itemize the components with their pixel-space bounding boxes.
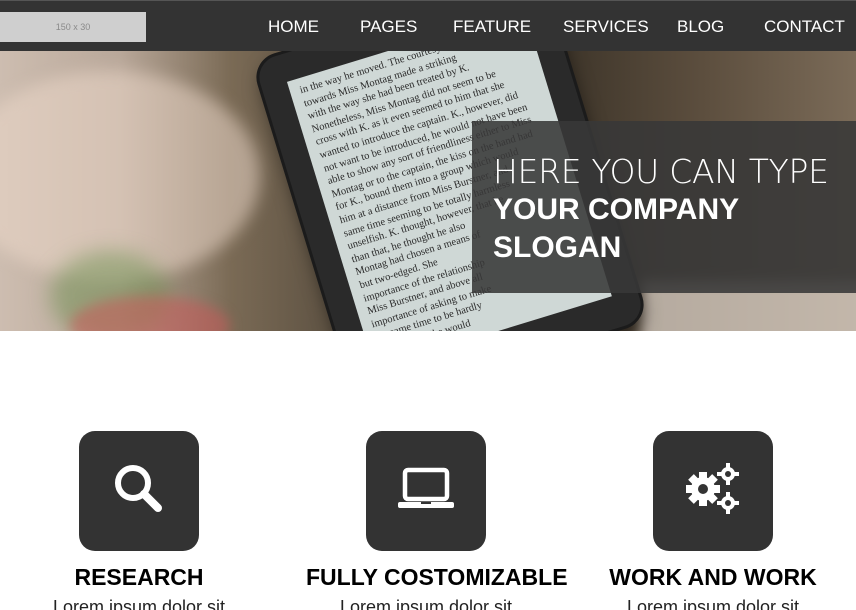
nav-link-blog[interactable]: BLOG — [677, 17, 724, 37]
nav-link-home[interactable]: HOME — [268, 17, 319, 37]
feature-title: RESEARCH — [74, 564, 204, 590]
search-icon — [111, 461, 167, 522]
laptop-icon — [396, 467, 456, 516]
feature-icon-box[interactable] — [653, 431, 773, 551]
nav-link-contact[interactable]: CONTACT — [764, 17, 845, 37]
hero-banner: in the way he moved. The courtesy toward… — [0, 51, 856, 331]
logo-placeholder[interactable]: 150 x 30 — [0, 12, 146, 42]
feature-title: WORK AND WORK — [609, 564, 817, 590]
nav-link-feature[interactable]: FEATURE — [453, 17, 531, 37]
slogan-line-3: SLOGAN — [493, 231, 622, 264]
feature-icon-box[interactable] — [366, 431, 486, 551]
hero-background-hand — [0, 71, 260, 281]
gears-icon — [683, 461, 743, 522]
slogan-line-2: YOUR COMPANY — [493, 193, 740, 226]
slogan-overlay: HERE YOU CAN TYPE YOUR COMPANY SLOGAN — [472, 121, 856, 293]
nav-link-pages[interactable]: PAGES — [360, 17, 417, 37]
feature-text: Lorem ipsum dolor sit — [626, 597, 800, 610]
navbar: 150 x 30 HOME PAGES FEATURE SERVICES BLO… — [0, 0, 856, 51]
feature-research: RESEARCH Lorem ipsum dolor sit — [19, 431, 259, 610]
feature-title: FULLY COSTOMIZABLE — [306, 564, 568, 590]
nav-link-services[interactable]: SERVICES — [563, 17, 649, 37]
feature-text: Lorem ipsum dolor sit — [52, 597, 226, 610]
feature-icon-box[interactable] — [79, 431, 199, 551]
feature-customizable: FULLY COSTOMIZABLE Lorem ipsum dolor sit — [306, 431, 568, 610]
slogan-line-1: HERE YOU CAN TYPE — [493, 152, 829, 191]
feature-text: Lorem ipsum dolor sit — [339, 597, 513, 610]
feature-work: WORK AND WORK Lorem ipsum dolor sit — [593, 431, 833, 610]
